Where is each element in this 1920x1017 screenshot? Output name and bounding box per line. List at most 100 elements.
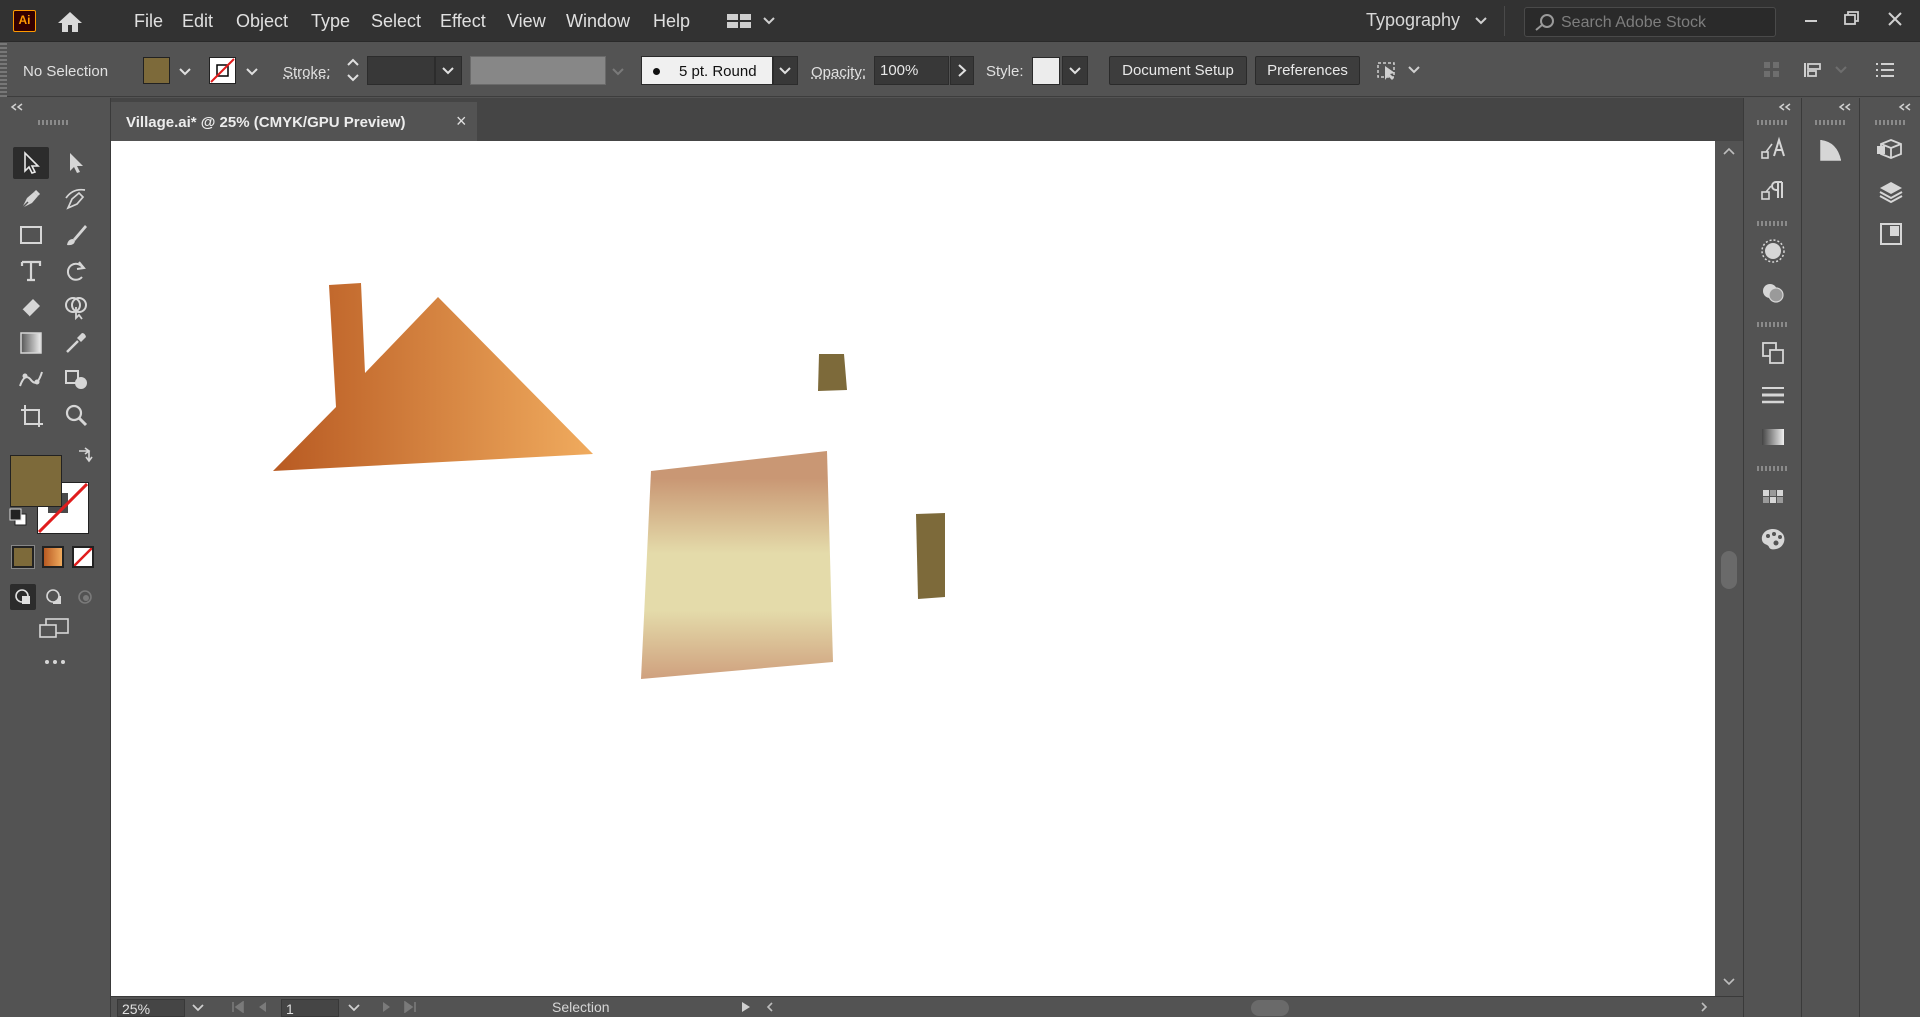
- arrange-documents-icon[interactable]: [726, 12, 776, 30]
- arrange-icon[interactable]: [1802, 60, 1848, 80]
- status-menu-icon[interactable]: [740, 1001, 752, 1013]
- menu-edit[interactable]: Edit: [182, 11, 213, 32]
- profile-chevron-icon[interactable]: [610, 63, 626, 79]
- menu-select[interactable]: Select: [371, 11, 421, 32]
- rotate-tool-icon[interactable]: [58, 255, 94, 287]
- home-icon[interactable]: [57, 11, 83, 33]
- variable-width-profile[interactable]: [470, 56, 606, 85]
- scroll-right-icon[interactable]: [1699, 1001, 1709, 1013]
- opacity-expand-button[interactable]: [950, 56, 974, 85]
- vertical-scroll-thumb[interactable]: [1721, 551, 1737, 589]
- opacity-input[interactable]: 100%: [874, 56, 949, 85]
- vertical-scrollbar[interactable]: [1715, 141, 1743, 996]
- panel-grip[interactable]: [38, 120, 70, 125]
- fill-swatch[interactable]: [143, 57, 170, 84]
- menu-help[interactable]: Help: [653, 11, 690, 32]
- change-screen-mode-icon[interactable]: [38, 617, 70, 641]
- align-grid-icon[interactable]: [1762, 60, 1782, 80]
- panel-grip[interactable]: [1757, 466, 1789, 471]
- next-artboard-icon[interactable]: [381, 1001, 393, 1013]
- collapse-dock-icon[interactable]: [1838, 102, 1852, 112]
- stroke-panel-icon[interactable]: [1755, 378, 1791, 412]
- first-artboard-icon[interactable]: [231, 1001, 245, 1013]
- artboard-dropdown-icon[interactable]: [347, 1002, 361, 1014]
- horizontal-scroll-thumb[interactable]: [1251, 1000, 1289, 1016]
- roof-with-chimney[interactable]: [273, 283, 593, 471]
- paintbrush-tool-icon[interactable]: [58, 219, 94, 251]
- color-mode-gradient-button[interactable]: [42, 546, 64, 568]
- previous-artboard-icon[interactable]: [256, 1001, 268, 1013]
- brush-definition[interactable]: 5 pt. Round: [641, 56, 773, 85]
- brush-dropdown[interactable]: [773, 56, 798, 85]
- restore-icon[interactable]: [1839, 6, 1865, 32]
- close-window-icon[interactable]: [1882, 6, 1908, 32]
- direct-selection-tool-icon[interactable]: [58, 147, 94, 179]
- zoom-input[interactable]: 25%: [117, 999, 185, 1017]
- menu-object[interactable]: Object: [236, 11, 288, 32]
- color-guide-palette-icon[interactable]: [1755, 522, 1791, 556]
- collapse-panel-icon[interactable]: [10, 102, 24, 112]
- panel-grip[interactable]: [1815, 120, 1847, 125]
- scroll-up-icon[interactable]: [1722, 146, 1736, 156]
- scroll-left-icon[interactable]: [765, 1001, 775, 1013]
- control-bar-grip[interactable]: [0, 43, 7, 97]
- type-tool-icon[interactable]: [13, 255, 49, 287]
- color-mode-color-button[interactable]: [11, 545, 35, 569]
- collapse-dock-icon[interactable]: [1778, 102, 1792, 112]
- pathfinder-panel-icon[interactable]: [1755, 336, 1791, 370]
- collapse-dock-icon[interactable]: [1898, 102, 1912, 112]
- document-tab[interactable]: Village.ai* @ 25% (CMYK/GPU Preview) ×: [111, 102, 477, 141]
- draw-behind-icon[interactable]: [41, 584, 67, 610]
- menu-file[interactable]: File: [134, 11, 163, 32]
- transparency-panel-icon[interactable]: [1755, 276, 1791, 310]
- panel-grip[interactable]: [1757, 322, 1789, 327]
- selection-tool-icon[interactable]: [13, 147, 49, 179]
- stroke-label[interactable]: Stroke:: [283, 64, 331, 81]
- menu-view[interactable]: View: [507, 11, 546, 32]
- puppet-warp-tool-icon[interactable]: [13, 363, 49, 395]
- menu-window[interactable]: Window: [566, 11, 630, 32]
- symbol-sprayer-tool-icon[interactable]: [58, 363, 94, 395]
- selection-tool-options-icon[interactable]: [1375, 58, 1421, 82]
- panel-menu-icon[interactable]: [1874, 60, 1896, 80]
- draw-normal-icon[interactable]: [10, 584, 36, 610]
- panel-grip[interactable]: [1757, 120, 1789, 125]
- character-panel-icon[interactable]: [1755, 133, 1791, 167]
- stroke-weight-stepper-icon[interactable]: [344, 55, 362, 85]
- stock-search-input[interactable]: Search Adobe Stock: [1524, 7, 1776, 37]
- minimize-icon[interactable]: [1798, 6, 1824, 32]
- last-artboard-icon[interactable]: [403, 1001, 417, 1013]
- panel-grip[interactable]: [1757, 221, 1789, 226]
- color-mode-none-button[interactable]: [72, 546, 94, 568]
- opacity-label[interactable]: Opacity:: [811, 64, 866, 81]
- stroke-weight-dropdown[interactable]: [435, 56, 462, 85]
- fill-dropdown-chevron-icon[interactable]: [177, 63, 193, 79]
- panel-grip[interactable]: [1875, 120, 1907, 125]
- zoom-dropdown-icon[interactable]: [191, 1002, 205, 1014]
- zoom-tool-icon[interactable]: [58, 399, 94, 431]
- stroke-weight-input[interactable]: [367, 56, 435, 85]
- graphic-style-swatch[interactable]: [1032, 57, 1060, 85]
- fill-large-swatch[interactable]: [10, 455, 62, 507]
- gradient-panel-icon[interactable]: [1755, 420, 1791, 454]
- draw-inside-icon[interactable]: [72, 584, 98, 610]
- artboard[interactable]: [111, 141, 1715, 996]
- eyedropper-tool-icon[interactable]: [58, 327, 94, 359]
- shape-builder-tool-icon[interactable]: [58, 291, 94, 323]
- swatches-panel-icon[interactable]: [1755, 480, 1791, 514]
- layers-panel-icon[interactable]: [1873, 175, 1909, 209]
- default-fill-stroke-icon[interactable]: [8, 507, 30, 529]
- house-wall[interactable]: [641, 451, 833, 679]
- workspace-switcher[interactable]: Typography: [1366, 10, 1460, 31]
- stroke-none-swatch[interactable]: [209, 57, 236, 84]
- appearance-panel-icon[interactable]: [1755, 234, 1791, 268]
- door-shape[interactable]: [916, 513, 945, 599]
- scroll-down-icon[interactable]: [1722, 977, 1736, 987]
- swap-fill-stroke-icon[interactable]: [75, 445, 95, 465]
- image-trace-panel-icon[interactable]: [1813, 133, 1849, 167]
- artboard-number-input[interactable]: 1: [281, 999, 339, 1017]
- style-dropdown[interactable]: [1062, 56, 1088, 85]
- paragraph-panel-icon[interactable]: [1755, 175, 1791, 209]
- pen-tool-icon[interactable]: [13, 183, 49, 215]
- rectangle-tool-icon[interactable]: [13, 219, 49, 251]
